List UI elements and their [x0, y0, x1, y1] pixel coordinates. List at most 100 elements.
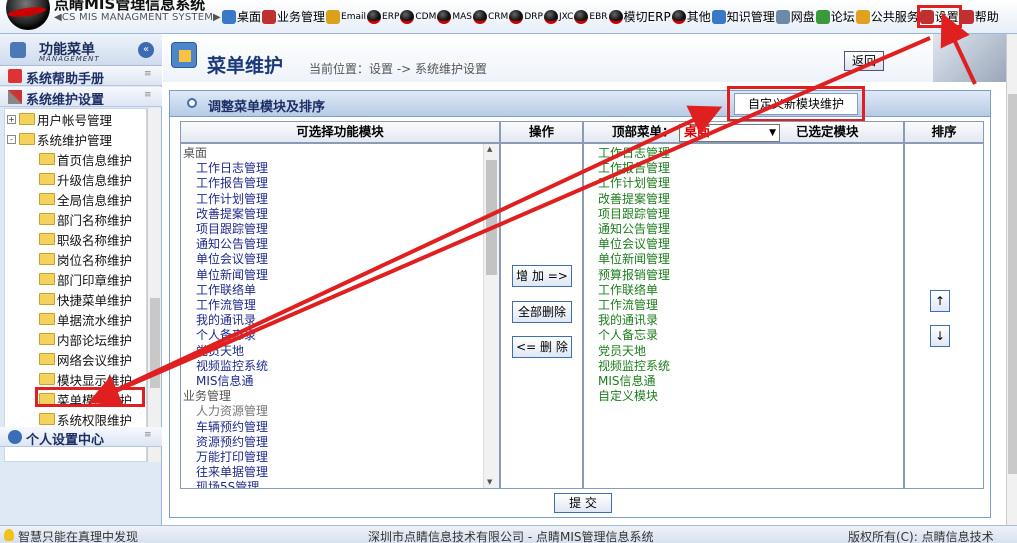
topnav-public-service[interactable]: 公共服务	[855, 8, 919, 25]
topnav-desktop[interactable]: 桌面	[222, 8, 261, 25]
list-item[interactable]: 工作日志管理	[196, 161, 268, 176]
list-group-header[interactable]: 桌面	[183, 146, 207, 161]
submit-button[interactable]: 提 交	[554, 493, 612, 513]
tree-item[interactable]: 网络会议维护	[39, 349, 132, 369]
topnav-other[interactable]: 其他	[671, 8, 711, 25]
tree-item[interactable]: 升级信息维护	[39, 169, 132, 189]
topnav-label: Email	[341, 11, 367, 22]
topnav-forum[interactable]: 论坛	[815, 8, 855, 25]
tree-item[interactable]: 部门名称维护	[39, 209, 132, 229]
topnav-erp[interactable]: ERP	[367, 8, 399, 25]
tree-item[interactable]: 单据流水维护	[39, 309, 132, 329]
available-list-scrollbar[interactable]: ▲ ▼	[483, 144, 499, 488]
remove-button[interactable]: <= 删 除	[512, 336, 572, 358]
app-logo	[6, 0, 50, 30]
list-item[interactable]: 党员天地	[196, 344, 244, 359]
tree-item[interactable]: 系统权限维护	[39, 409, 132, 429]
sidebar-section-help[interactable]: 系统帮助手册 ≡	[0, 66, 162, 87]
list-item[interactable]: 万能打印管理	[196, 450, 268, 465]
topnav-help[interactable]: 帮助	[959, 8, 999, 25]
available-modules-list[interactable]: ▲ ▼ 桌面 工作日志管理 工作报告管理 工作计划管理 改善提案管理 项目跟踪管理 通知公告…	[180, 143, 500, 489]
topnav-email[interactable]: Email	[326, 8, 366, 25]
list-item[interactable]: 现场5S管理	[196, 480, 259, 488]
list-item[interactable]: 项目跟踪管理	[598, 207, 670, 222]
selected-modules-list[interactable]: 工作日志管理 工作报告管理 工作计划管理 改善提案管理 项目跟踪管理 通知公告管理 单位会议…	[583, 143, 904, 489]
list-item[interactable]: 改善提案管理	[196, 207, 268, 222]
move-down-button[interactable]: ↓	[930, 325, 950, 347]
tree-item[interactable]: 岗位名称维护	[39, 249, 132, 269]
remove-all-button[interactable]: 全部删除	[512, 301, 572, 323]
tree-item[interactable]: 模块显示维护	[39, 369, 132, 389]
sidebar-section-personal[interactable]: 个人设置中心 ≡	[0, 427, 162, 448]
list-item[interactable]: 单位新闻管理	[598, 252, 670, 267]
list-item[interactable]: 工作联络单	[196, 283, 256, 298]
list-item[interactable]: 单位会议管理	[196, 252, 268, 267]
custom-module-button[interactable]: 自定义新模块维护	[727, 86, 865, 122]
footer-motto: 智慧只能在真理中发现	[18, 530, 139, 543]
tree-item-label: 网络会议维护	[57, 352, 133, 368]
tree-item[interactable]: 内部论坛维护	[39, 329, 132, 349]
list-item[interactable]: 我的通讯录	[598, 313, 658, 328]
list-item[interactable]: 预算报销管理	[598, 268, 670, 283]
list-item[interactable]: 工作报告管理	[598, 161, 670, 176]
list-item[interactable]: 通知公告管理	[598, 222, 670, 237]
tree-item[interactable]: 职级名称维护	[39, 229, 132, 249]
list-group-header[interactable]: 业务管理	[183, 389, 231, 404]
top-menu-select[interactable]: 桌面 ▼	[679, 124, 780, 142]
tree-scrollbar[interactable]	[147, 108, 161, 462]
move-up-button[interactable]: ↑	[930, 290, 950, 312]
topnav-drp[interactable]: DRP	[509, 8, 543, 25]
topnav-knowledge[interactable]: 知识管理	[711, 8, 775, 25]
list-item[interactable]: 人力资源管理	[196, 404, 268, 419]
list-item[interactable]: 往来单据管理	[196, 465, 268, 480]
list-item[interactable]: 工作流管理	[196, 298, 256, 313]
list-item[interactable]: 单位会议管理	[598, 237, 670, 252]
sidebar-section-label: 个人设置中心	[26, 433, 105, 448]
list-item[interactable]: 个人备忘录	[598, 328, 658, 343]
list-item[interactable]: 个人备忘录	[196, 328, 256, 343]
tree-item[interactable]: 首页信息维护	[39, 149, 132, 169]
system-tree: + 用户帐号管理 - 系统维护管理 首页信息维护 升级信息维护 全局信息维护 部门名称维护 职级…	[4, 108, 147, 462]
collapse-sidebar-button[interactable]: «	[138, 42, 154, 58]
list-item[interactable]: 工作流管理	[598, 298, 658, 313]
list-item[interactable]: 我的通讯录	[196, 313, 256, 328]
list-item[interactable]: 通知公告管理	[196, 237, 268, 252]
list-item[interactable]: 项目跟踪管理	[196, 222, 268, 237]
list-item[interactable]: 工作报告管理	[196, 176, 268, 191]
list-item[interactable]: 视频监控系统	[598, 359, 670, 374]
list-item[interactable]: 改善提案管理	[598, 192, 670, 207]
list-item[interactable]: 单位新闻管理	[196, 268, 268, 283]
list-item[interactable]: 工作日志管理	[598, 146, 670, 161]
topnav-diecut-erp[interactable]: 模切ERP	[608, 8, 671, 25]
topnav-settings[interactable]: 设置	[916, 5, 962, 28]
list-item[interactable]: MIS信息通	[196, 374, 254, 389]
topnav-business[interactable]: 业务管理	[262, 8, 325, 25]
sidebar-section-system[interactable]: 系统维护设置 ≡	[0, 87, 162, 108]
tree-item[interactable]: 部门印章维护	[39, 269, 132, 289]
back-button[interactable]: 返回	[844, 51, 884, 71]
topnav-cdm[interactable]: CDM	[400, 8, 436, 25]
topnav-mas[interactable]: MAS	[437, 8, 472, 25]
tree-item[interactable]: 快捷菜单维护	[39, 289, 132, 309]
list-item[interactable]: 车辆预约管理	[196, 420, 268, 435]
topnav-ebr[interactable]: EBR	[574, 8, 608, 25]
tree-item[interactable]: 全局信息维护	[39, 189, 132, 209]
topnav-crm[interactable]: CRM	[473, 8, 508, 25]
page-scrollbar[interactable]	[1006, 34, 1017, 525]
list-item[interactable]: 自定义模块	[598, 389, 658, 404]
topnav-netdisk[interactable]: 网盘	[775, 8, 815, 25]
expand-icon[interactable]: +	[7, 114, 16, 124]
list-item[interactable]: 工作联络单	[598, 283, 658, 298]
list-item[interactable]: MIS信息通	[598, 374, 656, 389]
list-item[interactable]: 工作计划管理	[598, 176, 670, 191]
list-item[interactable]: 工作计划管理	[196, 192, 268, 207]
tree-item[interactable]: + 用户帐号管理	[7, 109, 112, 129]
collapse-icon[interactable]: -	[7, 134, 16, 144]
list-item[interactable]: 视频监控系统	[196, 359, 268, 374]
tree-item[interactable]: - 系统维护管理	[7, 129, 112, 149]
list-item[interactable]: 资源预约管理	[196, 435, 268, 450]
topnav-jxc[interactable]: JXC	[543, 8, 573, 25]
diecut-erp-icon	[608, 9, 623, 24]
add-button[interactable]: 增 加 =>	[512, 265, 572, 287]
list-item[interactable]: 党员天地	[598, 344, 646, 359]
